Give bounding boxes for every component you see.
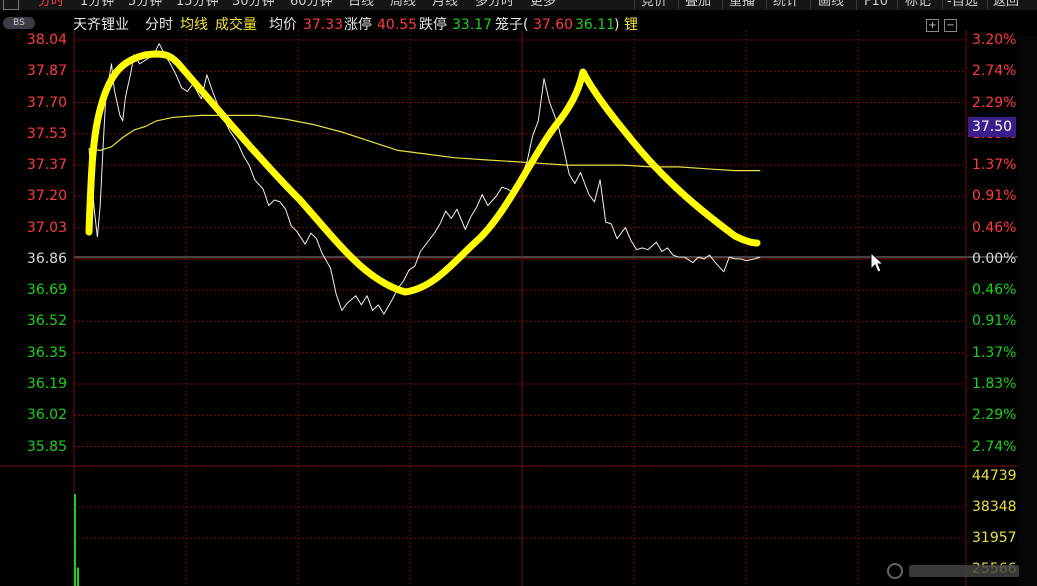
mouse-cursor-icon [870, 252, 885, 273]
price-axis-label: 37.53 [26, 125, 67, 142]
price-axis-label: 37.20 [26, 188, 67, 205]
percent-axis-label: 0.91% [972, 313, 1017, 330]
price-axis-label: 36.52 [26, 313, 67, 330]
percent-axis-label: 2.74% [972, 63, 1017, 80]
percent-axis-label: 2.74% [972, 438, 1017, 455]
price-axis-label: 37.37 [26, 157, 67, 174]
volume-bar [77, 567, 79, 586]
volume-axis-label: 38348 [972, 499, 1017, 515]
volume-bars [74, 494, 79, 586]
price-axis-label: 37.03 [26, 219, 67, 236]
price-axis-label: 37.70 [26, 94, 67, 111]
percent-axis-label: 1.83% [972, 375, 1017, 392]
avg-price-polyline [88, 114, 761, 172]
price-axis-label: 36.02 [26, 407, 67, 424]
price-axis-label: 36.69 [26, 282, 67, 299]
percent-axis-label: 0.00% [972, 250, 1017, 267]
volume-bar [74, 494, 76, 586]
price-axis-label: 36.35 [26, 344, 67, 361]
percent-axis-label: 0.91% [972, 188, 1017, 205]
price-axis-label: 36.86 [26, 250, 67, 267]
volume-axis-label: 31957 [972, 530, 1017, 546]
price-axis-label: 35.85 [26, 438, 67, 455]
chart-grid [0, 30, 1018, 586]
percent-axis-label: 0.46% [972, 282, 1017, 299]
price-cursor-tag: 37.50 [968, 117, 1016, 137]
avg-price-line [88, 114, 761, 172]
watermark-logo [887, 563, 1019, 579]
percent-axis-label: 1.37% [972, 344, 1017, 361]
price-axis-label: 37.87 [26, 63, 67, 80]
price-polyline [88, 43, 761, 315]
volume-axis-label: 44739 [972, 468, 1017, 484]
price-line [88, 43, 761, 315]
percent-axis-label: 3.20% [972, 32, 1017, 48]
price-axis-label: 36.19 [26, 375, 67, 392]
intraday-chart[interactable] [0, 0, 1037, 586]
percent-axis-label: 0.46% [972, 219, 1017, 236]
price-axis-label: 38.04 [26, 32, 67, 48]
percent-axis-label: 2.29% [972, 94, 1017, 111]
percent-axis-label: 2.29% [972, 407, 1017, 424]
percent-axis-label: 1.37% [972, 157, 1017, 174]
